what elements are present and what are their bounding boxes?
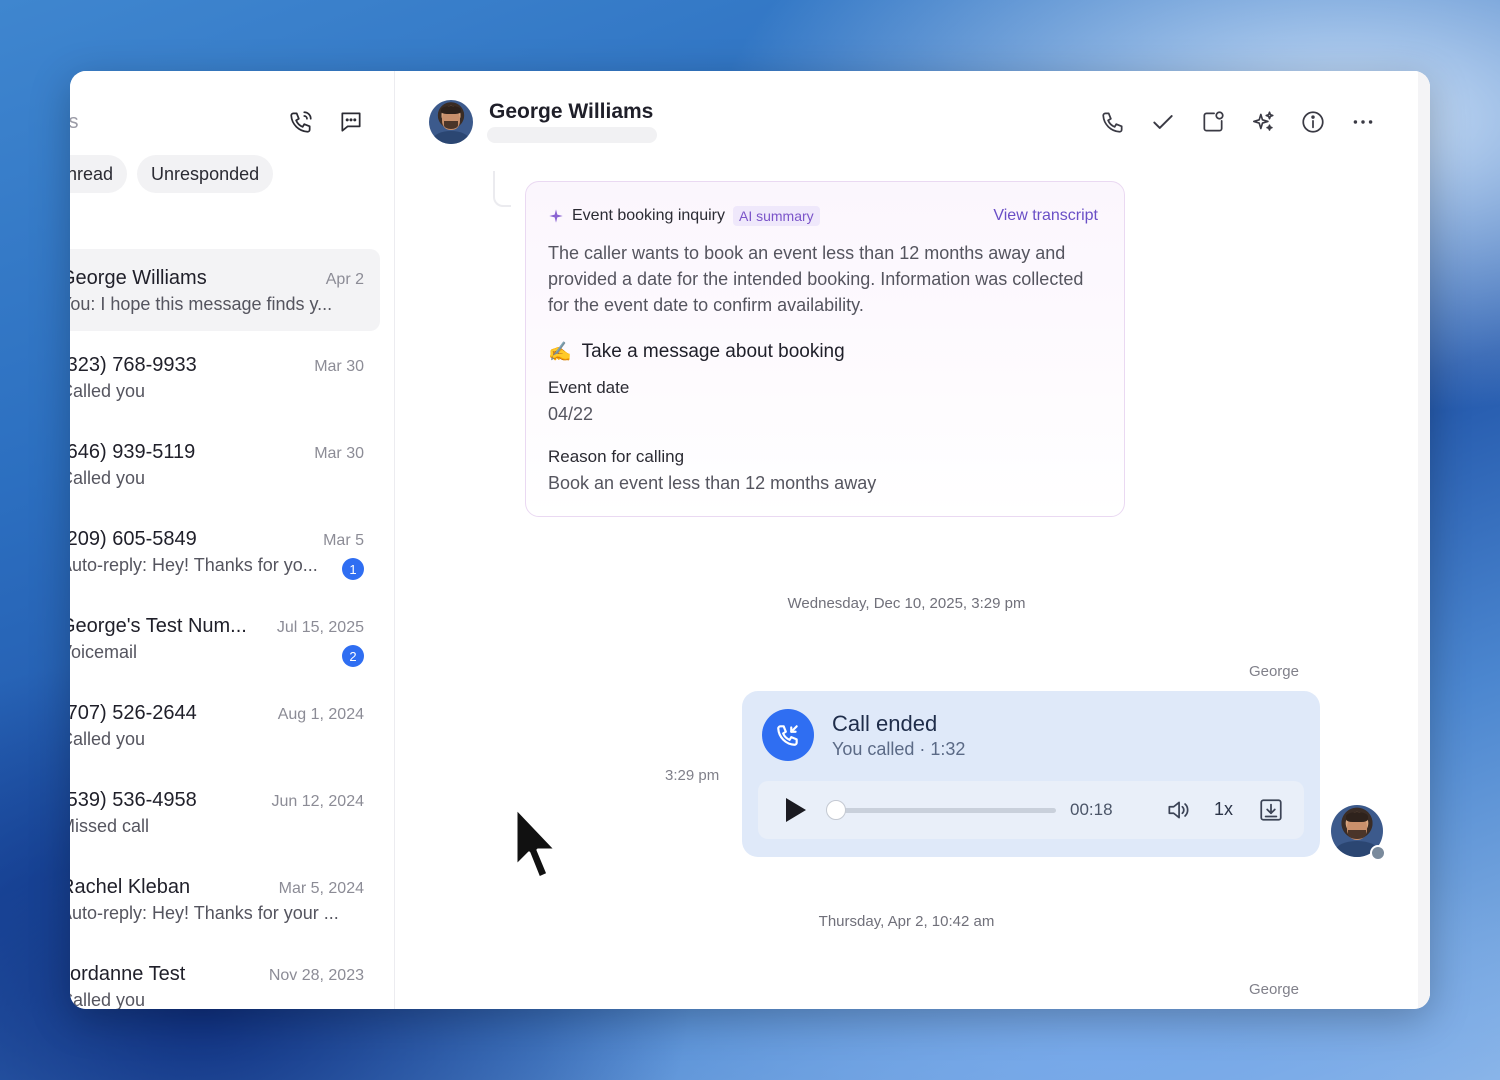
chat-header: George Williams bbox=[395, 71, 1418, 163]
conversation-item[interactable]: Rachel Kleban Mar 5, 2024 Auto-reply: He… bbox=[70, 858, 380, 945]
conversation-date: Mar 30 bbox=[314, 358, 364, 375]
filter-chips: Unread Unresponded bbox=[70, 155, 274, 193]
filter-unread[interactable]: Unread bbox=[70, 155, 128, 193]
conversation-preview: Voicemail bbox=[70, 642, 138, 662]
summary-action-label: Take a message about booking bbox=[581, 341, 845, 362]
elapsed-time: 00:18 bbox=[1070, 800, 1113, 819]
conversation-date: Mar 5, 2024 bbox=[278, 880, 364, 897]
conversation-name: George Williams bbox=[70, 267, 207, 289]
outgoing-call-icon bbox=[762, 709, 814, 761]
more-icon[interactable] bbox=[1348, 107, 1378, 137]
conversation-date: Jul 15, 2025 bbox=[276, 619, 364, 636]
conversation-preview: Called you bbox=[70, 468, 146, 488]
progress-track[interactable] bbox=[830, 808, 1056, 813]
filter-unresponded[interactable]: Unresponded bbox=[137, 155, 274, 193]
playback-speed[interactable]: 1x bbox=[1214, 799, 1233, 820]
conversation-name: (646) 939-5119 bbox=[70, 441, 196, 463]
conversation-preview: Called you bbox=[70, 381, 146, 401]
unread-badge: 2 bbox=[342, 645, 364, 667]
sparkle-icon bbox=[549, 209, 563, 223]
conversation-date: Mar 5 bbox=[323, 532, 364, 549]
field-value-event-date: 04/22 bbox=[548, 404, 594, 424]
conversation-item[interactable]: Jordanne Test Nov 28, 2023 Called you bbox=[70, 945, 380, 1009]
conversation-item[interactable]: (539) 536-4958 Jun 12, 2024 Missed call bbox=[70, 771, 380, 858]
unread-badge: 1 bbox=[342, 558, 364, 580]
conversation-preview: You: I hope this message finds y... bbox=[70, 294, 333, 314]
view-transcript-link[interactable]: View transcript bbox=[993, 207, 1098, 225]
ai-summary-tag: AI summary bbox=[732, 206, 820, 226]
contact-avatar[interactable] bbox=[429, 100, 473, 144]
conversation-preview: Called you bbox=[70, 990, 146, 1009]
conversation-name: (707) 526-2644 bbox=[70, 702, 197, 724]
conversation-date: Apr 2 bbox=[325, 271, 364, 288]
field-value-reason: Book an event less than 12 months away bbox=[548, 473, 877, 493]
conversation-sidebar: ls Unread Unresponded George Williams Ap… bbox=[70, 71, 395, 1009]
new-message-icon[interactable] bbox=[336, 107, 366, 137]
contact-subtitle-placeholder bbox=[487, 127, 657, 143]
new-call-icon[interactable] bbox=[286, 107, 316, 137]
sender-name: George bbox=[1248, 981, 1299, 998]
conversation-item-selected[interactable]: George Williams Apr 2 You: I hope this m… bbox=[70, 249, 380, 331]
check-icon[interactable] bbox=[1148, 107, 1178, 137]
date-separator: Wednesday, Dec 10, 2025, 3:29 pm bbox=[787, 595, 1026, 612]
conversation-preview: Called you bbox=[70, 729, 146, 749]
volume-icon[interactable] bbox=[1164, 797, 1192, 823]
conversation-name: (323) 768-9933 bbox=[70, 354, 197, 376]
conversation-preview: Auto-reply: Hey! Thanks for your ... bbox=[70, 903, 339, 923]
app-window: ls Unread Unresponded George Williams Ap… bbox=[70, 71, 1430, 1009]
thread-connector bbox=[493, 171, 511, 207]
field-label-reason: Reason for calling bbox=[548, 447, 685, 466]
mouse-cursor-icon bbox=[514, 806, 558, 880]
conversation-name: Rachel Kleban bbox=[70, 876, 191, 898]
conversation-date: Mar 30 bbox=[314, 445, 364, 462]
sparkles-icon[interactable] bbox=[1248, 107, 1278, 137]
phone-icon[interactable] bbox=[1098, 107, 1128, 137]
summary-body: The caller wants to book an event less t… bbox=[548, 243, 1084, 315]
conversation-name: (539) 536-4958 bbox=[70, 789, 197, 811]
download-icon[interactable] bbox=[1258, 797, 1284, 823]
audio-player: 00:18 1x bbox=[758, 781, 1304, 839]
info-icon[interactable] bbox=[1298, 107, 1328, 137]
header-actions bbox=[1098, 107, 1378, 137]
call-ended-bubble: Call ended You called · 1:32 00:18 1x bbox=[742, 691, 1320, 857]
message-time: 3:29 pm bbox=[665, 767, 720, 784]
conversation-item[interactable]: (707) 526-2644 Aug 1, 2024 Called you bbox=[70, 684, 380, 771]
conversation-item[interactable]: (323) 768-9933 Mar 30 Called you bbox=[70, 336, 380, 423]
ai-summary-card: Event booking inquiry AI summary View tr… bbox=[525, 181, 1125, 517]
contact-name: George Williams bbox=[489, 100, 654, 123]
conversation-preview: Auto-reply: Hey! Thanks for yo... bbox=[70, 555, 318, 575]
conversation-list: George Williams Apr 2 You: I hope this m… bbox=[70, 249, 394, 1009]
conversation-date: Nov 28, 2023 bbox=[268, 967, 364, 984]
conversation-name: Jordanne Test bbox=[70, 963, 186, 985]
conversation-date: Aug 1, 2024 bbox=[277, 706, 364, 723]
sender-name: George bbox=[1248, 663, 1299, 680]
conversation-item[interactable]: (209) 605-5849 Mar 5 Auto-reply: Hey! Th… bbox=[70, 510, 380, 597]
conversation-date: Jun 12, 2024 bbox=[271, 793, 364, 810]
status-indicator bbox=[1370, 845, 1386, 861]
date-separator: Thursday, Apr 2, 10:42 am bbox=[818, 913, 995, 930]
play-icon[interactable] bbox=[786, 798, 806, 822]
conversation-item[interactable]: George's Test Num... Jul 15, 2025 Voicem… bbox=[70, 597, 380, 684]
scroll-gutter bbox=[1418, 71, 1430, 1009]
summary-action: ✍️ Take a message about booking bbox=[548, 340, 845, 364]
summary-title-row: Event booking inquiry AI summary bbox=[548, 206, 820, 226]
writing-hand-icon: ✍️ bbox=[548, 342, 572, 363]
field-label-event-date: Event date bbox=[548, 378, 630, 397]
conversation-name: George's Test Num... bbox=[70, 615, 247, 637]
progress-knob[interactable] bbox=[826, 800, 846, 820]
sidebar-title: ls bbox=[70, 111, 78, 134]
call-subtitle: You called · 1:32 bbox=[832, 739, 966, 759]
call-title: Call ended bbox=[832, 711, 938, 736]
snooze-icon[interactable] bbox=[1198, 107, 1228, 137]
conversation-name: (209) 605-5849 bbox=[70, 528, 197, 550]
conversation-preview: Missed call bbox=[70, 816, 150, 836]
summary-title: Event booking inquiry bbox=[572, 207, 725, 224]
conversation-item[interactable]: (646) 939-5119 Mar 30 Called you bbox=[70, 423, 380, 510]
